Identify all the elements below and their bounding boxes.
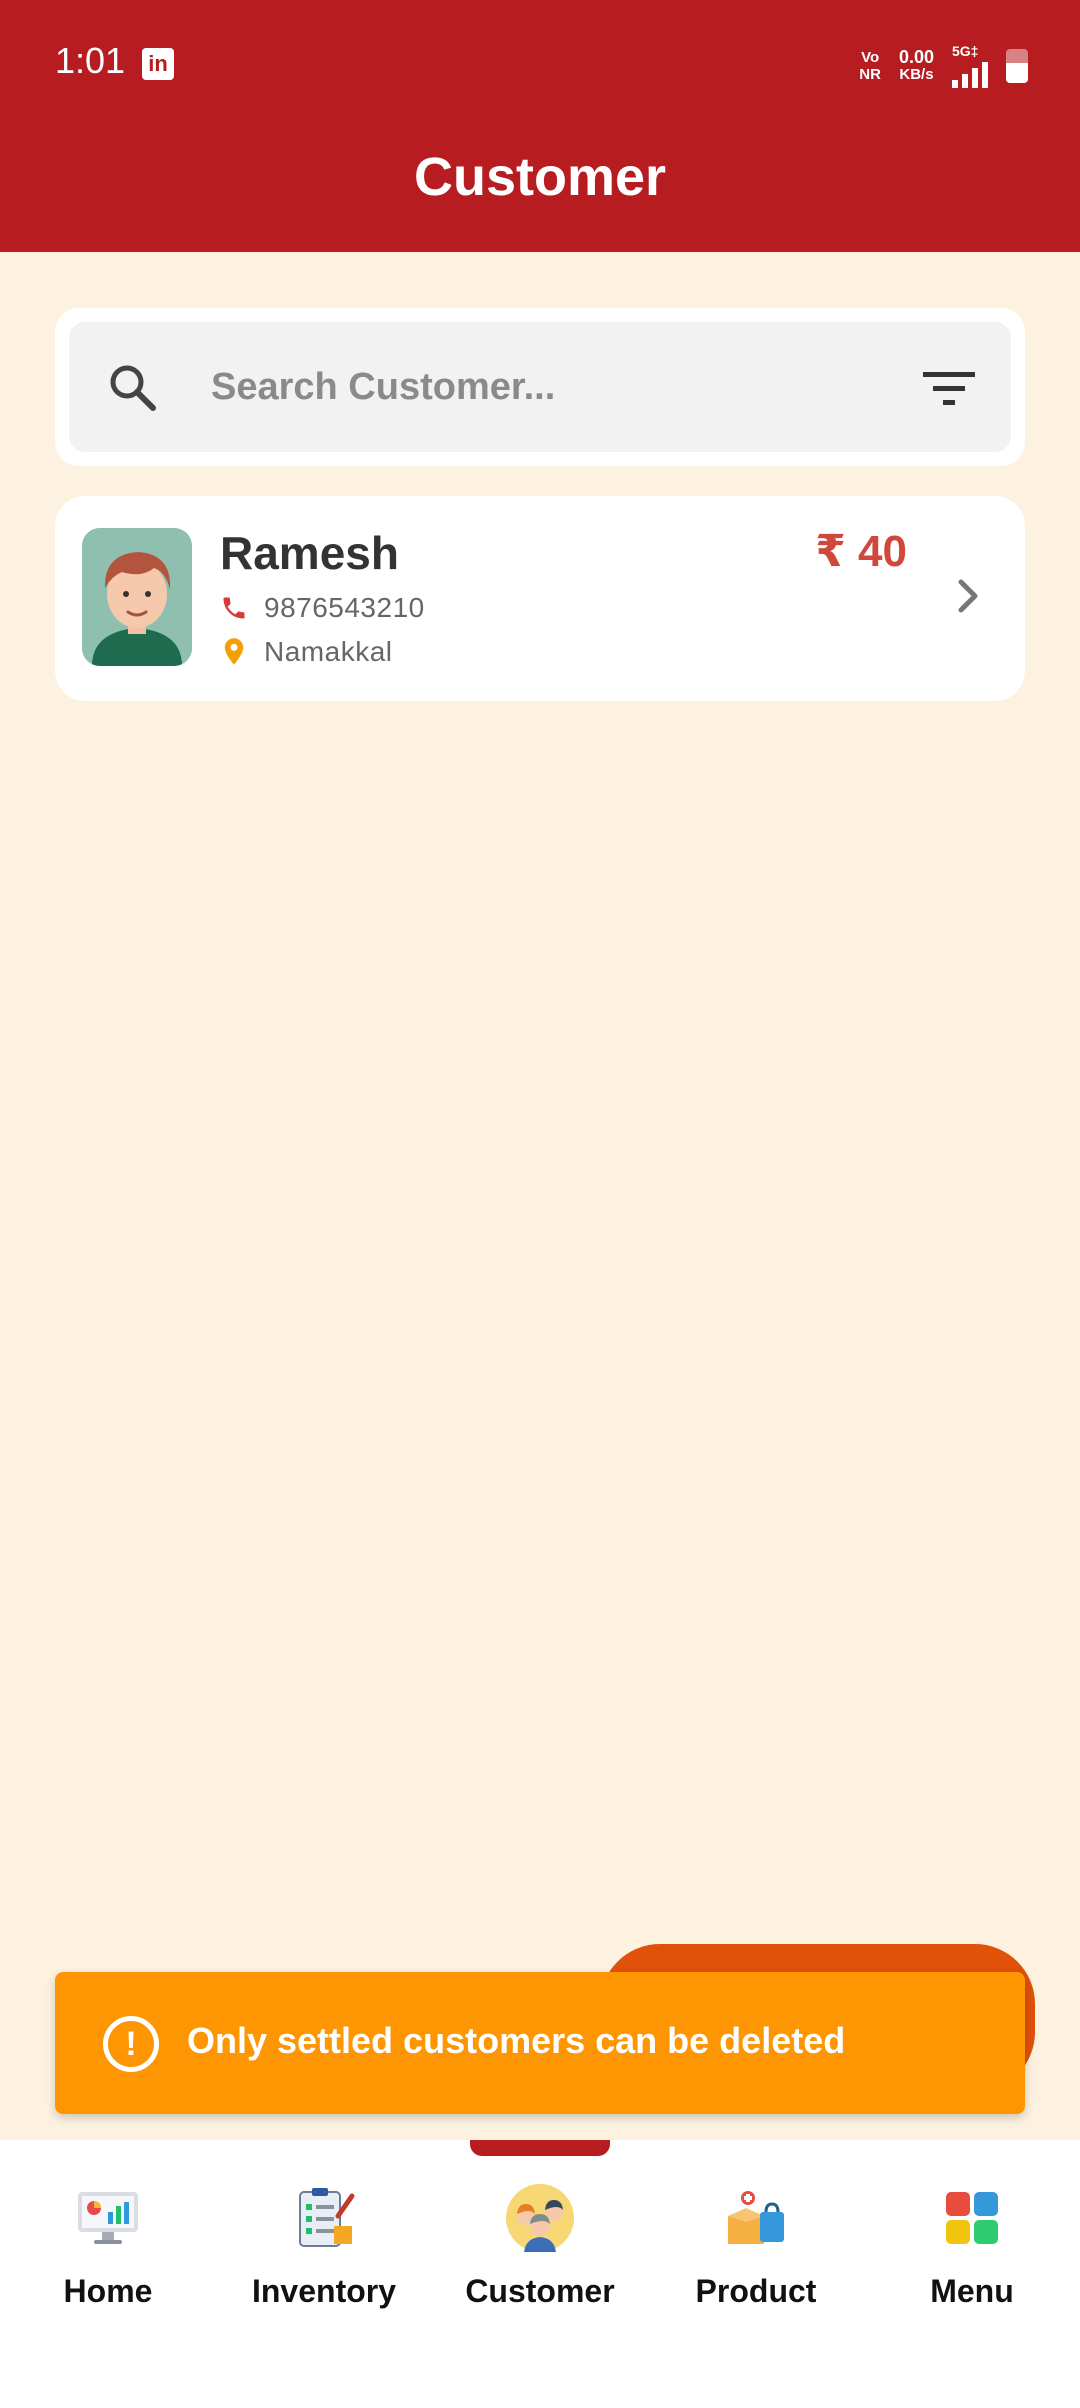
search-card: Search Customer...: [55, 308, 1025, 466]
customer-location: Namakkal: [264, 636, 393, 667]
customer-avatar: [82, 528, 192, 666]
customer-phone: 9876543210: [264, 592, 425, 623]
location-pin-icon: [224, 638, 244, 665]
customer-balance: ₹ 40: [815, 527, 907, 576]
nav-label-customer: Customer: [465, 2273, 615, 2309]
customer-group-icon: [506, 2184, 574, 2252]
inventory-checklist-icon: [299, 2188, 355, 2247]
nav-label-home: Home: [63, 2273, 153, 2309]
filter-icon[interactable]: [923, 368, 975, 408]
nav-label-product: Product: [695, 2273, 817, 2309]
network-speed: 0.00 KB/s: [898, 47, 934, 83]
search-input[interactable]: Search Customer...: [69, 322, 1011, 452]
search-icon: [110, 365, 156, 411]
nav-inventory[interactable]: Inventory: [216, 2182, 432, 2310]
volte-indicator: Vo NR: [859, 49, 881, 83]
nav-label-inventory: Inventory: [251, 2273, 397, 2309]
linkedin-icon: in: [142, 48, 174, 80]
menu-grid-icon: [946, 2192, 998, 2244]
battery-icon: [1006, 49, 1028, 83]
snackbar-message: Only settled customers can be deleted: [187, 2020, 846, 2061]
customer-card[interactable]: Ramesh ₹ 40 9876543210 Namakkal: [55, 496, 1025, 701]
product-box-icon: [728, 2191, 784, 2244]
snackbar: ! Only settled customers can be deleted: [55, 1972, 1025, 2114]
active-tab-indicator: [470, 2140, 610, 2156]
customer-phone-row: 9876543210: [220, 592, 425, 624]
home-dashboard-icon: [78, 2192, 138, 2244]
customer-name: Ramesh: [220, 527, 399, 579]
status-time: 1:01: [55, 40, 126, 81]
nav-label-menu: Menu: [930, 2273, 1014, 2309]
search-placeholder: Search Customer...: [211, 366, 556, 408]
nav-product[interactable]: Product: [648, 2182, 864, 2310]
chevron-right-icon[interactable]: [955, 574, 983, 618]
alert-circle-icon: !: [103, 2016, 159, 2072]
bottom-navigation: Home Inventory Customer Product Menu: [0, 2140, 1080, 2408]
nav-customer[interactable]: Customer: [432, 2182, 648, 2310]
nav-home[interactable]: Home: [0, 2182, 216, 2310]
signal-icon: 5G‡: [952, 44, 988, 88]
nav-menu[interactable]: Menu: [864, 2182, 1080, 2310]
page-title: Customer: [413, 147, 667, 207]
phone-icon: [223, 597, 245, 619]
status-icons: Vo NR 0.00 KB/s 5G‡: [859, 44, 1028, 88]
customer-location-row: Namakkal: [220, 636, 392, 668]
app-header: 1:01 in Vo NR 0.00 KB/s 5G‡ Customer: [0, 0, 1080, 252]
